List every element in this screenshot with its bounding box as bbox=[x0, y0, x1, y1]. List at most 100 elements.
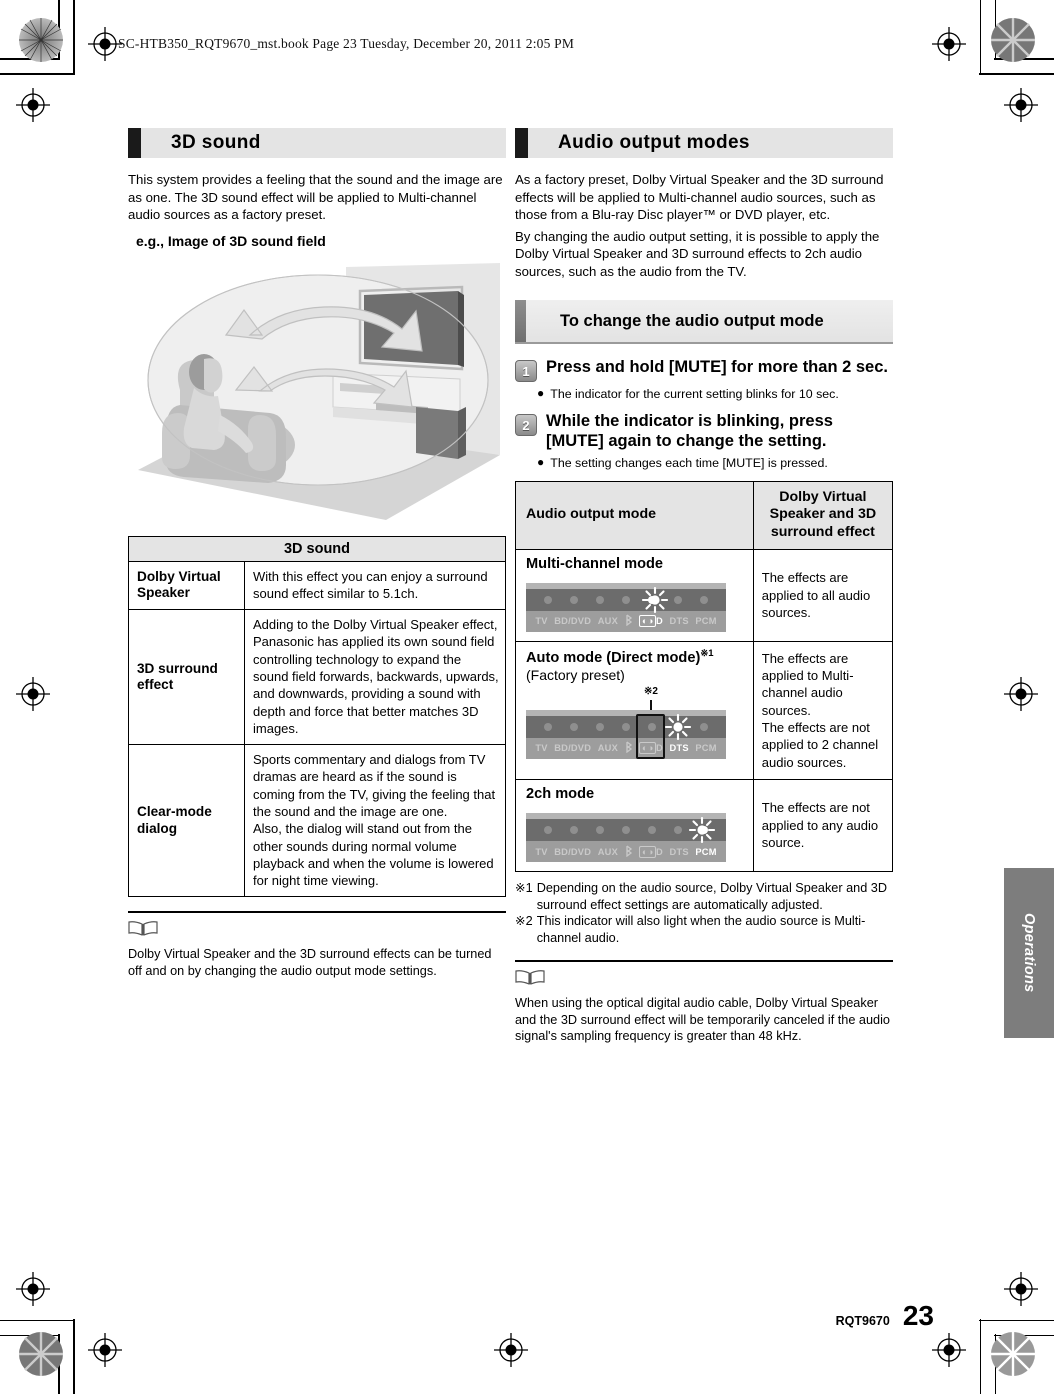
indicator-dot-dts bbox=[674, 722, 682, 731]
right-column: Audio output modes As a factory preset, … bbox=[515, 128, 894, 1045]
note-text: When using the optical digital audio cab… bbox=[515, 995, 890, 1044]
side-tab-label: Operations bbox=[1021, 913, 1037, 993]
label-dolby-digital: ◐◑ D bbox=[639, 845, 663, 858]
effect-description: The effects are not applied to any audio… bbox=[752, 778, 894, 873]
indicator-dot-bluetooth bbox=[622, 722, 630, 731]
footnote-ref-1: ※1 bbox=[700, 647, 714, 659]
registration-mark-icon bbox=[932, 27, 966, 61]
bullet-text: The setting changes each time [MUTE] is … bbox=[550, 455, 828, 470]
indicator-dot-bluetooth bbox=[622, 595, 630, 604]
panel-indicator-labels: TV BD/DVD AUX ◐◑ D DTS PCM bbox=[526, 841, 726, 863]
note-book-icon bbox=[128, 921, 158, 936]
bullet-dot-icon: ● bbox=[537, 454, 545, 469]
registration-mark-icon bbox=[1004, 88, 1038, 122]
step-number-badge: 2 bbox=[515, 414, 537, 437]
page-number: 23 bbox=[902, 1300, 934, 1331]
label-dolby-digital: ◐◑ D bbox=[639, 742, 663, 755]
indicator-dot-tv bbox=[544, 722, 552, 731]
section-accent-bar bbox=[515, 128, 528, 158]
label-aux: AUX bbox=[597, 743, 618, 754]
label-pcm: PCM bbox=[695, 846, 717, 857]
step-2: 2 While the indicator is blinking, press… bbox=[515, 412, 893, 450]
label-tv: TV bbox=[535, 743, 548, 754]
registration-mark-icon bbox=[932, 1333, 966, 1367]
label-tv: TV bbox=[535, 846, 548, 857]
registration-mark-icon bbox=[494, 1333, 528, 1367]
feature-name: 3D surround effect bbox=[128, 609, 245, 746]
left-column: 3D sound This system provides a feeling … bbox=[128, 128, 506, 980]
figure-caption: e.g., Image of 3D sound field bbox=[136, 232, 326, 249]
label-bddvd: BD/DVD bbox=[554, 743, 592, 754]
indicator-dot-tv bbox=[544, 826, 552, 835]
feature-description: Sports commentary and dialogs from TV dr… bbox=[244, 744, 506, 898]
mode-name: Auto mode (Direct mode)※1 bbox=[526, 648, 747, 667]
registration-mark-icon bbox=[16, 677, 50, 711]
table-3d-sound: 3D sound Dolby Virtual Speaker With this… bbox=[128, 535, 506, 898]
front-panel-display-2ch: TV BD/DVD AUX ◐◑ D DTS PCM bbox=[526, 813, 726, 863]
step-2-bullet: ● The setting changes each time [MUTE] i… bbox=[537, 455, 893, 471]
bluetooth-icon bbox=[625, 614, 633, 628]
indicator-dot-dolby-d bbox=[648, 826, 656, 835]
label-dts: DTS bbox=[669, 846, 689, 857]
table-row: 2ch mode TV BD/DVD AUX ◐◑ D DTS PCM The … bbox=[515, 778, 894, 873]
panel-indicator-dots bbox=[526, 713, 726, 740]
feature-description: With this effect you can enjoy a surroun… bbox=[244, 560, 506, 611]
label-dts: DTS bbox=[669, 743, 689, 754]
crop-mark-line bbox=[979, 1319, 981, 1394]
panel-indicator-labels: TV BD/DVD AUX ◐◑ D DTS PCM bbox=[526, 737, 726, 759]
panel-indicator-dots bbox=[526, 817, 726, 844]
step-number-badge: 1 bbox=[515, 360, 537, 383]
footnote-mark: ※2 bbox=[515, 914, 533, 929]
section-title: Audio output modes bbox=[558, 132, 750, 153]
indicator-dot-aux bbox=[596, 722, 604, 731]
table-title-row: 3D sound bbox=[128, 535, 506, 562]
section-header-audio-output-modes: Audio output modes bbox=[515, 128, 893, 158]
indicator-dot-bddvd bbox=[570, 595, 578, 604]
label-bddvd: BD/DVD bbox=[554, 616, 592, 627]
intro-paragraph: This system provides a feeling that the … bbox=[128, 172, 503, 223]
subsection-header: To change the audio output mode bbox=[515, 300, 893, 343]
footnote-ref-2-label: ※2 bbox=[644, 685, 658, 697]
bluetooth-icon bbox=[625, 741, 633, 755]
bullet-text: The indicator for the current setting bl… bbox=[550, 387, 839, 402]
column-header-effect: Dolby Virtual Speaker and 3D surround ef… bbox=[752, 480, 894, 550]
table-row: Clear-mode dialog Sports commentary and … bbox=[128, 744, 506, 898]
table-row: Dolby Virtual Speaker With this effect y… bbox=[128, 560, 506, 611]
registration-mark-icon bbox=[1004, 1272, 1038, 1306]
indicator-dot-aux bbox=[596, 826, 604, 835]
crop-mark-line bbox=[0, 73, 75, 75]
dolby-double-d-icon: ◐◑ bbox=[639, 845, 656, 858]
document-code: RQT9670 bbox=[835, 1314, 890, 1328]
print-slug-line: SC-HTB350_RQT9670_mst.book Page 23 Tuesd… bbox=[118, 36, 575, 51]
feature-description: Adding to the Dolby Virtual Speaker effe… bbox=[244, 609, 506, 746]
footnote-1: ※1 Depending on the audio source, Dolby … bbox=[515, 880, 893, 913]
screen-angle-target-icon bbox=[990, 17, 1036, 63]
intro-paragraph-1: As a factory preset, Dolby Virtual Speak… bbox=[515, 172, 884, 223]
label-aux: AUX bbox=[597, 846, 618, 857]
step-1: 1 Press and hold [MUTE] for more than 2 … bbox=[515, 358, 893, 383]
indicator-dot-dts bbox=[674, 826, 682, 835]
screen-angle-target-icon bbox=[18, 17, 64, 63]
note-divider bbox=[128, 911, 506, 914]
indicator-dot-pcm bbox=[700, 826, 708, 835]
note-book-icon bbox=[515, 969, 545, 985]
column-header-mode: Audio output mode bbox=[515, 480, 754, 550]
dolby-double-d-icon: ◐◑ bbox=[639, 742, 656, 755]
effect-description: The effects are applied to all audio sou… bbox=[752, 548, 894, 642]
table-row: 3D surround effect Adding to the Dolby V… bbox=[128, 609, 506, 746]
footnote-text: This indicator will also light when the … bbox=[536, 914, 866, 945]
crop-mark-line bbox=[73, 1319, 75, 1394]
label-bddvd: BD/DVD bbox=[554, 846, 592, 857]
crop-mark-line bbox=[73, 0, 75, 75]
side-tab-operations: Operations bbox=[1004, 868, 1054, 1038]
indicator-dot-bddvd bbox=[570, 722, 578, 731]
intro-paragraph-2: By changing the audio output setting, it… bbox=[515, 228, 880, 279]
screen-angle-target-icon bbox=[18, 1331, 64, 1377]
mode-name-text: Auto mode (Direct mode) bbox=[526, 649, 701, 666]
indicator-dot-tv bbox=[544, 595, 552, 604]
section-accent-bar bbox=[128, 128, 141, 158]
registration-mark-icon bbox=[16, 1272, 50, 1306]
step-1-bullet: ● The indicator for the current setting … bbox=[537, 386, 893, 402]
front-panel-display-auto: TV BD/DVD AUX ◐◑ D DTS PCM bbox=[526, 709, 726, 759]
crop-mark-line bbox=[979, 0, 981, 75]
